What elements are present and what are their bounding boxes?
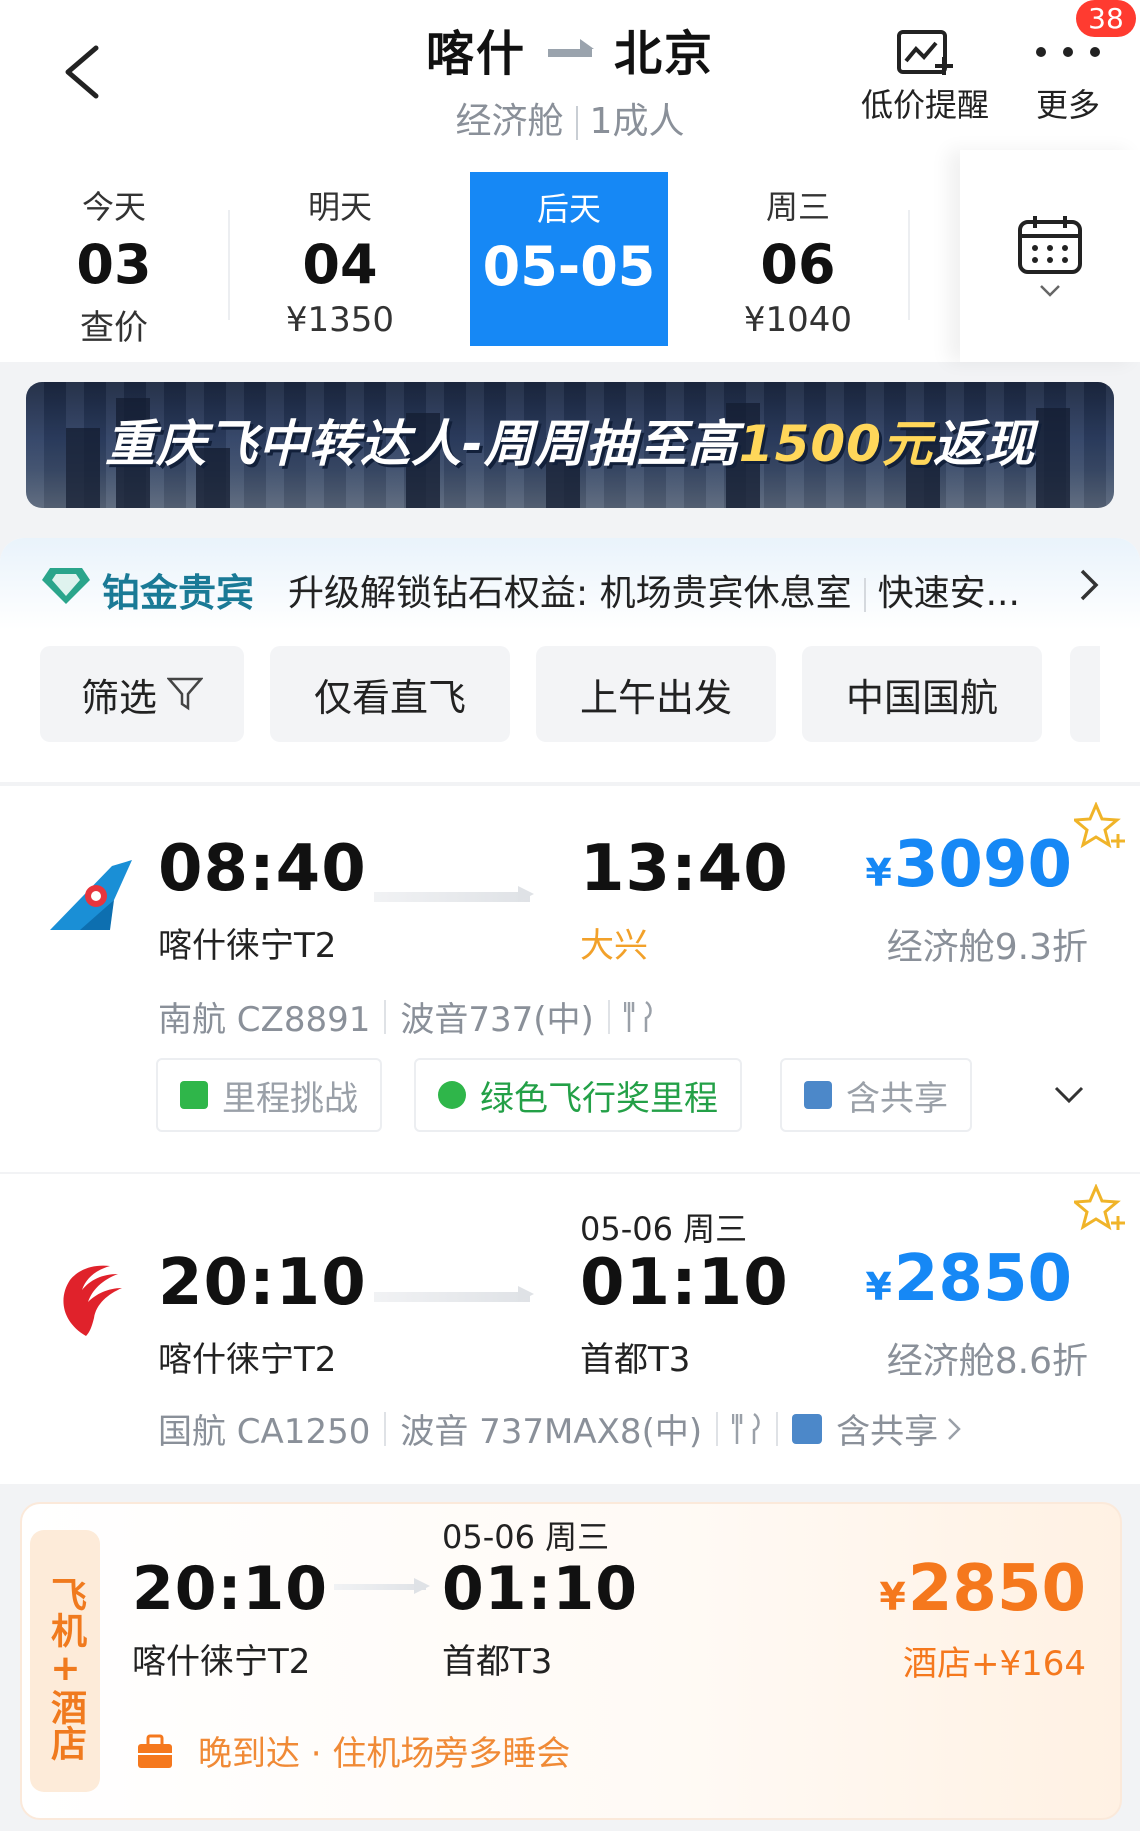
flight-info-row: 南航 CZ8891 波音737(中) — [158, 992, 654, 1041]
filter-chips: 筛选 仅看直飞 上午出发 中国国航 — [40, 646, 1100, 742]
passenger-count: 1成人 — [589, 101, 685, 142]
departure-airport: 喀什徕宁T2 — [132, 1642, 311, 1682]
chevron-right-icon — [1080, 569, 1099, 601]
expand-chevron-icon[interactable] — [1054, 1086, 1084, 1104]
china-southern-logo-icon — [50, 860, 132, 934]
arrival-time: 01:10 — [442, 1554, 638, 1624]
flight-duration-line — [334, 1578, 430, 1594]
flight-card[interactable]: 05-06 周三 20:10 喀什徕宁T2 01:10 首都T3 ¥2850 经… — [0, 1174, 1140, 1484]
chevron-down-icon — [1040, 285, 1060, 297]
more-button[interactable]: 更多 — [1018, 24, 1118, 126]
date-selector: 今天 03 查价 明天 04 ¥1350 后天 05-05 周三 06 ¥104… — [0, 150, 1140, 362]
arrival-time: 01:10 — [580, 1246, 789, 1320]
calendar-icon — [1018, 216, 1082, 274]
filter-button[interactable]: 筛选 — [40, 646, 244, 742]
arrival-airport: 首都T3 — [580, 1340, 691, 1380]
diamond-icon — [42, 568, 90, 604]
aircraft-type: 波音737(中) — [400, 1000, 594, 1040]
origin-city: 喀什 — [425, 26, 526, 82]
tag-codeshare[interactable]: 含共享 — [780, 1058, 972, 1132]
flight-info-row: 国航 CA1250 波音 737MAX8(中) 含共享 — [158, 1404, 962, 1453]
arrival-date: 05-06 周三 — [580, 1210, 748, 1248]
arrival-airport: 大兴 — [580, 926, 648, 966]
filter-air-china[interactable]: 中国国航 — [802, 646, 1042, 742]
cabin-discount: 经济舱9.3折 — [886, 927, 1088, 968]
date-selected[interactable]: 后天 05-05 — [470, 172, 668, 346]
combo-side-label: 飞机+酒店 — [30, 1530, 100, 1792]
tag-green-flight[interactable]: 绿色飞行奖里程 — [414, 1058, 742, 1132]
airline-flight-number: 南航 CZ8891 — [158, 1000, 371, 1040]
departure-airport: 喀什徕宁T2 — [158, 1340, 337, 1380]
member-filter-card: 铂金贵宾 升级解锁钻石权益: 机场贵宾休息室 快速安... 筛选 仅看直飞 上午出… — [0, 538, 1140, 782]
favorite-star-icon[interactable] — [1074, 1184, 1126, 1234]
member-benefits-bar[interactable]: 铂金贵宾 升级解锁钻石权益: 机场贵宾休息室 快速安... — [0, 538, 1140, 630]
cabin-class: 经济舱 — [455, 101, 564, 142]
filter-direct-only[interactable]: 仅看直飞 — [270, 646, 510, 742]
filter-more-chip[interactable] — [1070, 646, 1100, 742]
promo-banner-text: 重庆飞中转达人-周周抽至高1500元返现 — [105, 415, 1035, 473]
date-wednesday[interactable]: 周三 06 ¥1040 — [698, 170, 898, 346]
flight-card[interactable]: 08:40 喀什徕宁T2 13:40 大兴 ¥3090 经济舱9.3折 南航 C… — [0, 786, 1140, 1172]
codeshare-label[interactable]: 含共享 — [836, 1404, 938, 1453]
price-alert-label: 低价提醒 — [860, 86, 989, 124]
funnel-icon — [167, 677, 203, 711]
top-bar: 喀什 北京 经济舱 1成人 低价提醒 更多 38 — [0, 0, 1140, 150]
arrival-airport: 首都T3 — [442, 1642, 553, 1682]
flight-tags: 里程挑战 绿色飞行奖里程 含共享 — [156, 1058, 1084, 1134]
meal-icon — [623, 1000, 652, 1032]
air-china-logo-icon — [56, 1262, 126, 1342]
price-chart-icon — [852, 24, 998, 80]
airline-flight-number: 国航 CA1250 — [158, 1412, 371, 1452]
leaf-icon — [438, 1081, 466, 1109]
hotel-extra-price: 酒店+¥164 — [902, 1644, 1086, 1684]
chevron-right-icon — [948, 1417, 961, 1440]
combo-note: 晚到达 · 住机场旁多睡会 — [134, 1726, 570, 1775]
arrival-date: 05-06 周三 — [442, 1518, 610, 1556]
thumbs-up-icon — [180, 1081, 208, 1109]
arrival-time: 13:40 — [580, 832, 789, 906]
flight-duration-line — [374, 886, 534, 902]
departure-airport: 喀什徕宁T2 — [158, 926, 337, 966]
filter-morning-departure[interactable]: 上午出发 — [536, 646, 776, 742]
price-alert-button[interactable]: 低价提醒 — [852, 24, 998, 126]
flight-hotel-combo-card[interactable]: 飞机+酒店 05-06 周三 20:10 喀什徕宁T2 01:10 首都T3 ¥… — [20, 1502, 1122, 1820]
meal-icon — [732, 1412, 760, 1444]
flight-price: ¥2850 — [865, 1242, 1072, 1316]
promo-banner[interactable]: 重庆飞中转达人-周周抽至高1500元返现 — [26, 382, 1114, 508]
more-label: 更多 — [1035, 86, 1100, 124]
date-tomorrow[interactable]: 明天 04 ¥1350 — [240, 170, 440, 346]
date-today[interactable]: 今天 03 查价 — [14, 170, 214, 348]
member-tier: 铂金贵宾 — [102, 571, 255, 615]
combo-price: ¥2850 — [879, 1552, 1086, 1626]
tag-mileage-challenge[interactable]: 里程挑战 — [156, 1058, 382, 1132]
plane-icon — [804, 1081, 832, 1109]
aircraft-type: 波音 737MAX8(中) — [400, 1412, 703, 1452]
plane-icon — [792, 1413, 823, 1444]
luggage-icon — [138, 1734, 172, 1768]
notification-badge: 38 — [1076, 0, 1136, 37]
flight-duration-line — [374, 1286, 534, 1302]
destination-city: 北京 — [614, 26, 715, 82]
departure-time: 20:10 — [158, 1246, 367, 1320]
favorite-star-icon[interactable] — [1074, 802, 1126, 852]
departure-time: 08:40 — [158, 832, 367, 906]
cabin-discount: 经济舱8.6折 — [886, 1341, 1088, 1382]
calendar-button[interactable] — [960, 150, 1140, 362]
flight-price: ¥3090 — [865, 828, 1072, 902]
route-arrow-icon — [548, 39, 594, 57]
departure-time: 20:10 — [132, 1554, 328, 1624]
member-benefit-text: 升级解锁钻石权益: 机场贵宾休息室 快速安... — [288, 573, 1020, 614]
